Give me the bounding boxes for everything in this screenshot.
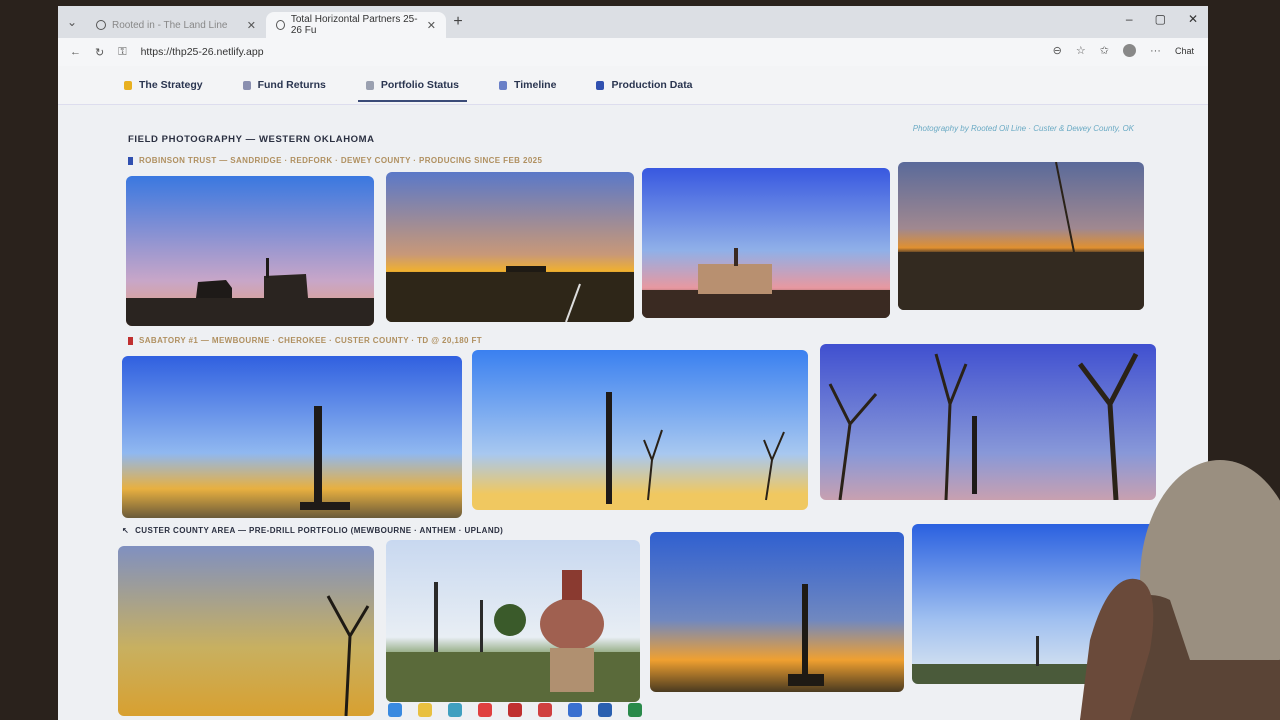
tab-search-icon[interactable]: ⌄: [58, 15, 86, 29]
zoom-icon[interactable]: ⊖: [1053, 44, 1062, 57]
url-field[interactable]: https://thp25-26.netlify.app: [141, 46, 264, 58]
tank-battery-image: [642, 168, 890, 318]
word-icon[interactable]: [598, 703, 612, 717]
app-icon[interactable]: [538, 703, 552, 717]
photo-custer-1[interactable]: [118, 546, 374, 716]
tab-bar: ⌄ Rooted in - The Land Line ✕ Total Hori…: [58, 6, 1208, 38]
nav-fund-returns[interactable]: Fund Returns: [223, 66, 346, 104]
favorites-icon[interactable]: ✩: [1100, 44, 1109, 57]
site-nav: The Strategy Fund Returns Portfolio Stat…: [58, 66, 1208, 105]
bookmark-star-icon[interactable]: ☆: [1076, 44, 1086, 57]
site-info-icon[interactable]: ⚿: [118, 46, 126, 59]
calendar-icon: [499, 80, 508, 90]
nav-label: The Strategy: [139, 79, 203, 91]
tab-rooted[interactable]: Rooted in - The Land Line ✕: [86, 12, 266, 38]
excel-icon[interactable]: [628, 703, 642, 717]
dusk-horizon-image: [898, 162, 1144, 310]
address-bar: ← ↻ ⚿ https://thp25-26.netlify.app ⊖ ☆ ✩…: [58, 38, 1208, 66]
window-controls: – ▢ ✕: [1126, 12, 1198, 26]
close-window-button[interactable]: ✕: [1188, 12, 1198, 26]
rig-with-trees-image: [472, 350, 808, 510]
photo-custer-2[interactable]: [386, 540, 640, 702]
outlook-icon[interactable]: [568, 703, 582, 717]
photo-robinson-1[interactable]: [126, 176, 374, 326]
chrome-icon[interactable]: [478, 703, 492, 717]
bulb-icon: [124, 80, 132, 90]
edge-icon[interactable]: [388, 703, 402, 717]
back-icon[interactable]: ←: [70, 46, 81, 58]
sunset-tanks-image: [386, 172, 634, 322]
nav-portfolio-status[interactable]: Portfolio Status: [346, 66, 479, 104]
truck-silhouette-image: [126, 176, 374, 326]
section-heading-text: CUSTER COUNTY AREA — PRE-DRILL PORTFOLIO…: [135, 526, 504, 535]
tree-sunset-image: [118, 546, 374, 716]
pin-icon: ↖: [122, 526, 130, 535]
tab-thp[interactable]: Total Horizontal Partners 25-26 Fu ✕: [266, 12, 446, 38]
photo-robinson-3[interactable]: [642, 168, 890, 318]
wellhead-rigs-image: [386, 540, 640, 702]
nav-label: Portfolio Status: [380, 79, 460, 91]
browser-icon[interactable]: [448, 703, 462, 717]
photo-credit: Photography by Rooted Oil Line · Custer …: [912, 124, 1134, 133]
section-heading-sabatory: SABATORY #1 — MEWBOURNE · CHEROKEE · CUS…: [128, 336, 482, 345]
photo-custer-3[interactable]: [650, 532, 904, 692]
copilot-chat-button[interactable]: Chat: [1175, 46, 1194, 56]
nav-label: Fund Returns: [257, 79, 326, 91]
photo-robinson-2[interactable]: [386, 172, 634, 322]
section-heading-text: SABATORY #1 — MEWBOURNE · CHEROKEE · CUS…: [139, 336, 483, 345]
section-heading-custer: ↖ CUSTER COUNTY AREA — PRE-DRILL PORTFOL…: [122, 526, 503, 535]
folder-icon[interactable]: [418, 703, 432, 717]
taskbar: [388, 700, 642, 720]
section-heading-text: ROBINSON TRUST — SANDRIDGE · REDFORK · D…: [139, 156, 543, 165]
globe-icon: [276, 20, 285, 30]
toolbar-right: ⊖ ☆ ✩ ··· Chat: [1053, 44, 1194, 57]
drilling-rig-image: [122, 356, 462, 518]
pin-icon: [128, 336, 133, 345]
close-tab-icon[interactable]: ✕: [247, 19, 256, 32]
nav-timeline[interactable]: Timeline: [479, 66, 576, 104]
viewer-head-silhouette: [1080, 460, 1280, 720]
photo-sabatory-1[interactable]: [122, 356, 462, 518]
gallery-title: FIELD PHOTOGRAPHY — WESTERN OKLAHOMA: [128, 134, 375, 145]
tab-label: Rooted in - The Land Line: [112, 19, 228, 31]
reload-icon[interactable]: ↻: [95, 46, 104, 59]
nav-the-strategy[interactable]: The Strategy: [104, 66, 223, 104]
clipboard-icon: [365, 80, 374, 90]
close-tab-icon[interactable]: ✕: [427, 19, 436, 32]
profile-avatar[interactable]: [1122, 44, 1136, 57]
more-menu-icon[interactable]: ···: [1150, 45, 1161, 57]
nav-label: Production Data: [611, 79, 693, 91]
new-tab-button[interactable]: +: [446, 13, 470, 31]
photo-robinson-4[interactable]: [898, 162, 1144, 310]
tab-label: Total Horizontal Partners 25-26 Fu: [290, 14, 418, 36]
nav-production-data[interactable]: Production Data: [576, 66, 712, 104]
bar-icon: [596, 80, 605, 90]
maximize-button[interactable]: ▢: [1155, 12, 1166, 26]
marker-icon: [128, 156, 133, 165]
section-heading-robinson: ROBINSON TRUST — SANDRIDGE · REDFORK · D…: [128, 156, 542, 165]
photo-sabatory-2[interactable]: [472, 350, 808, 510]
acrobat-icon[interactable]: [508, 703, 522, 717]
chart-icon: [242, 80, 251, 90]
rig-sunset-image: [650, 532, 904, 692]
nav-label: Timeline: [514, 79, 557, 91]
minimize-button[interactable]: –: [1126, 12, 1133, 26]
tab-favicon-icon: [96, 20, 106, 30]
